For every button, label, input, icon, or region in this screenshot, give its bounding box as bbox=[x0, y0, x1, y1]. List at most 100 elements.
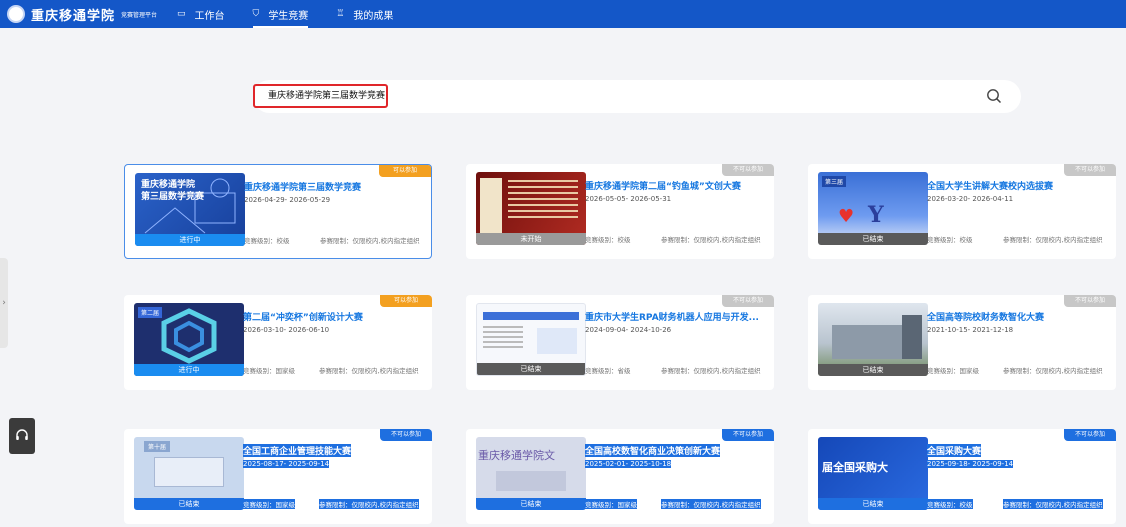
search-icon[interactable] bbox=[986, 88, 1002, 104]
text-lines bbox=[508, 180, 578, 182]
eligibility-badge: 不可以参加 bbox=[722, 295, 774, 307]
competition-level: 竞赛级别：校级 bbox=[927, 236, 973, 244]
eligibility-badge: 可以参加 bbox=[379, 165, 431, 177]
competition-thumbnail: 重庆移通学院文 已结束 bbox=[476, 437, 586, 510]
text-lines bbox=[483, 326, 523, 328]
competition-thumbnail: 届全国采购大 已结束 bbox=[818, 437, 928, 510]
competition-card[interactable]: 第十届 已结束 不可以参加 全国工商企业管理技能大赛 2025-08-17- 2… bbox=[124, 429, 432, 524]
thumbnail-caption: 第十届 bbox=[144, 441, 171, 452]
competition-card[interactable]: 未开始 不可以参加 重庆移通学院第二届“钓鱼城”文创大赛 2026-05-05-… bbox=[466, 164, 774, 259]
document-graphic bbox=[154, 457, 224, 487]
logo-subtitle: 竞赛管理平台 bbox=[121, 11, 158, 19]
competition-card[interactable]: 第二届 进行中 可以参加 第二届“冲奕杯”创新设计大赛 2026-03-10- … bbox=[124, 295, 432, 390]
competition-thumbnail: 第二届 进行中 bbox=[134, 303, 244, 376]
eligibility-badge: 不可以参加 bbox=[1064, 429, 1116, 441]
trophy-icon: ♖ bbox=[336, 9, 345, 19]
top-navigation-bar: 重庆移通学院 竞赛管理平台 ▭ 工作台 ⛉ 学生竞赛 ♖ 我的成果 bbox=[0, 0, 1126, 28]
participation-limit: 参赛限制：仅限校内,校内指定组织 bbox=[1003, 367, 1103, 375]
calligraphy-panel bbox=[480, 178, 502, 233]
competition-title: 重庆移通学院第二届“钓鱼城”文创大赛 bbox=[585, 182, 741, 192]
competition-thumbnail: 重庆移通学院 第三届数学竞赛 进行中 bbox=[135, 173, 245, 246]
competition-card[interactable]: 已结束 不可以参加 重庆市大学生RPA财务机器人应用与开发... 2024-09… bbox=[466, 295, 774, 390]
competition-title: 第二届“冲奕杯”创新设计大赛 bbox=[243, 313, 363, 323]
eligibility-badge: 不可以参加 bbox=[722, 429, 774, 441]
competition-title: 全国高校数智化商业决策创新大赛 bbox=[585, 444, 721, 457]
competition-card[interactable]: 届全国采购大 已结束 不可以参加 全国采购大赛 2025-09-18- 2025… bbox=[808, 429, 1116, 524]
competition-level: 竞赛级别：国家级 bbox=[927, 367, 979, 375]
competition-level: 竞赛级别：国家级 bbox=[243, 499, 295, 509]
school-seal-icon bbox=[7, 5, 25, 23]
tower-graphic bbox=[902, 315, 922, 359]
status-label: 进行中 bbox=[135, 234, 245, 246]
eligibility-badge: 可以参加 bbox=[380, 295, 432, 307]
school-logo[interactable]: 重庆移通学院 竞赛管理平台 bbox=[7, 5, 157, 24]
participation-limit: 参赛限制：仅限校内,校内指定组织 bbox=[661, 499, 761, 509]
competition-dates: 2025-09-18- 2025-09-14 bbox=[927, 460, 1014, 468]
competition-dates: 2025-02-01- 2025-10-18 bbox=[585, 460, 672, 468]
expand-side-panel[interactable]: › bbox=[0, 258, 8, 348]
mascot-graphic: Y bbox=[868, 202, 884, 228]
status-label: 已结束 bbox=[134, 498, 244, 510]
status-label: 未开始 bbox=[476, 233, 586, 245]
heart-icon: ♥ bbox=[838, 206, 855, 227]
competition-thumbnail: 已结束 bbox=[818, 303, 928, 376]
screenshot-panel bbox=[537, 328, 577, 354]
thumbnail-caption: 重庆移通学院文 bbox=[478, 449, 555, 462]
search-input[interactable]: 重庆移通学院第三届数学竞赛 bbox=[253, 84, 388, 108]
status-label: 已结束 bbox=[818, 498, 928, 510]
participation-limit: 参赛限制：仅限校内,校内指定组织 bbox=[319, 367, 419, 375]
competition-title: 重庆移通学院第三届数学竞赛 bbox=[244, 183, 362, 193]
competition-dates: 2021-10-15- 2021-12-18 bbox=[927, 326, 1014, 334]
competition-dates: 2026-03-10- 2026-06-10 bbox=[243, 326, 330, 334]
participation-limit: 参赛限制：仅限校内,校内指定组织 bbox=[1003, 236, 1103, 244]
thumbnail-caption: 第三届 bbox=[822, 176, 847, 187]
competition-title: 全国采购大赛 bbox=[927, 444, 982, 457]
nav-my-achievements[interactable]: ♖ 我的成果 bbox=[336, 0, 393, 28]
shield-icon: ⛉ bbox=[252, 9, 260, 19]
competition-card[interactable]: 重庆移通学院文 已结束 不可以参加 全国高校数智化商业决策创新大赛 2025-0… bbox=[466, 429, 774, 524]
main-nav: ▭ 工作台 ⛉ 学生竞赛 ♖ 我的成果 bbox=[177, 0, 421, 28]
status-label: 进行中 bbox=[134, 364, 244, 376]
competition-thumbnail: 第十届 已结束 bbox=[134, 437, 244, 510]
status-label: 已结束 bbox=[818, 364, 928, 376]
screenshot-header bbox=[483, 312, 579, 320]
nav-workbench[interactable]: ▭ 工作台 bbox=[177, 0, 225, 28]
competition-dates: 2025-08-17- 2025-09-14 bbox=[243, 460, 330, 468]
thumbnail-caption: 重庆移通学院 第三届数学竞赛 bbox=[141, 180, 205, 202]
competition-level: 竞赛级别：国家级 bbox=[243, 367, 295, 375]
competition-dates: 2026-05-05- 2026-05-31 bbox=[585, 195, 672, 203]
competition-card[interactable]: 已结束 不可以参加 全国高等院校财务数智化大赛 2021-10-15- 2021… bbox=[808, 295, 1116, 390]
nav-workbench-label: 工作台 bbox=[194, 10, 225, 22]
competition-thumbnail: 第三届 ♥ Y 已结束 bbox=[818, 172, 928, 245]
eligibility-badge: 不可以参加 bbox=[380, 429, 432, 441]
customer-service-button[interactable] bbox=[9, 418, 35, 454]
participation-limit: 参赛限制：仅限校内,校内指定组织 bbox=[661, 367, 761, 375]
competition-card[interactable]: 第三届 ♥ Y 已结束 不可以参加 全国大学生讲解大赛校内选拔赛 2026-03… bbox=[808, 164, 1116, 259]
competition-title: 全国高等院校财务数智化大赛 bbox=[927, 313, 1045, 323]
participation-limit: 参赛限制：仅限校内,校内指定组织 bbox=[319, 499, 419, 509]
competition-dates: 2024-09-04- 2024-10-26 bbox=[585, 326, 672, 334]
competition-level: 竞赛级别：校级 bbox=[585, 236, 631, 244]
thumbnail-caption: 届全国采购大 bbox=[822, 461, 888, 474]
search-bar: 重庆移通学院第三届数学竞赛 bbox=[253, 80, 1021, 113]
competition-title: 全国大学生讲解大赛校内选拔赛 bbox=[927, 182, 1054, 192]
competition-title: 重庆市大学生RPA财务机器人应用与开发... bbox=[585, 313, 759, 323]
nav-my-achievements-label: 我的成果 bbox=[353, 10, 394, 22]
competition-dates: 2026-03-20- 2026-04-11 bbox=[927, 195, 1014, 203]
eligibility-badge: 不可以参加 bbox=[1064, 295, 1116, 307]
nav-student-competition-label: 学生竞赛 bbox=[268, 10, 309, 22]
competition-dates: 2026-04-29- 2026-05-29 bbox=[244, 196, 331, 204]
building-graphic bbox=[832, 325, 902, 359]
status-label: 已结束 bbox=[818, 233, 928, 245]
workbench-icon: ▭ bbox=[177, 9, 186, 19]
competition-title: 全国工商企业管理技能大赛 bbox=[243, 444, 352, 457]
nav-student-competition[interactable]: ⛉ 学生竞赛 bbox=[252, 0, 309, 28]
logo-title: 重庆移通学院 bbox=[31, 8, 116, 24]
participation-limit: 参赛限制：仅限校内,校内指定组织 bbox=[661, 236, 761, 244]
participation-limit: 参赛限制：仅限校内,校内指定组织 bbox=[1003, 499, 1103, 509]
competition-card[interactable]: 重庆移通学院 第三届数学竞赛 进行中 可以参加 重庆移通学院第三届数学竞赛 20… bbox=[124, 164, 432, 259]
competition-level: 竞赛级别：国家级 bbox=[585, 499, 637, 509]
headset-icon bbox=[16, 429, 28, 440]
banner-graphic bbox=[496, 471, 566, 491]
eligibility-badge: 不可以参加 bbox=[1064, 164, 1116, 176]
